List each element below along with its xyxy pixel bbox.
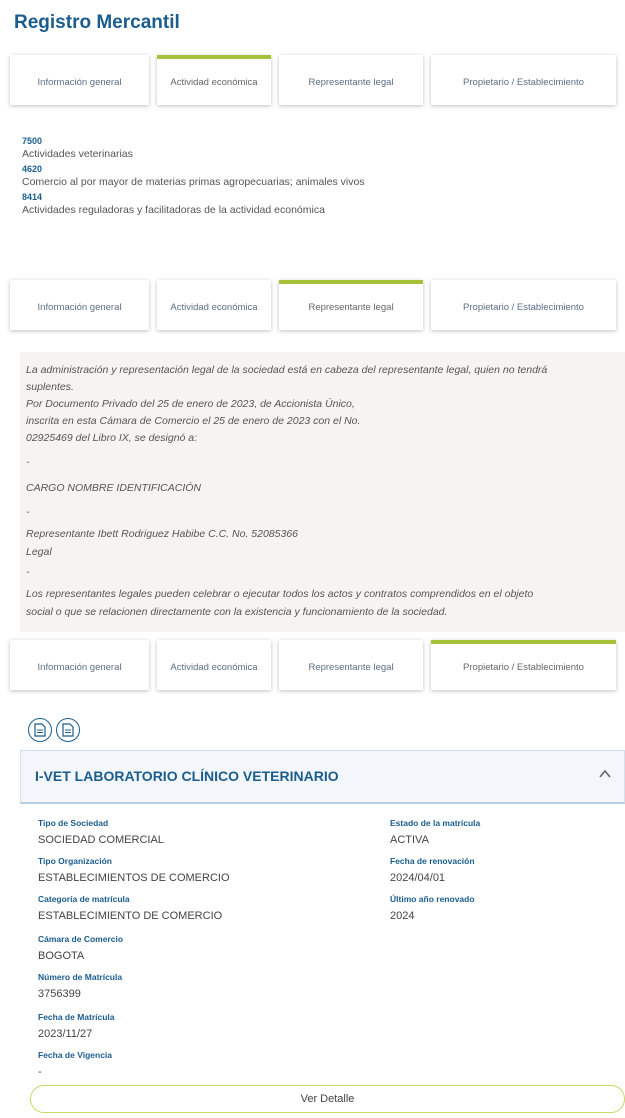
representation-line: 02925469 del Libro IX, se designó a: — [26, 432, 198, 444]
tab-propietario-establecimiento[interactable]: Propietario / Establecimiento — [431, 280, 616, 330]
document-icon[interactable] — [56, 718, 80, 742]
chevron-up-icon[interactable] — [598, 767, 612, 786]
activity-description: Actividades reguladoras y facilitadoras … — [22, 204, 325, 216]
tab-actividad-economica[interactable]: Actividad económica — [157, 640, 271, 690]
field-label: Fecha de Matrícula — [38, 1012, 115, 1022]
activity-code: 4620 — [22, 164, 43, 174]
field-value: 2024 — [390, 910, 415, 922]
representation-line: Legal — [26, 546, 52, 558]
representation-line: - — [26, 506, 30, 518]
representation-line: suplentes. — [26, 381, 74, 393]
field-label: Cámara de Comercio — [38, 934, 124, 944]
activity-description: Comercio al por mayor de materias primas… — [22, 176, 365, 188]
tabbar-legal-rep-section: Información general Actividad económica … — [10, 280, 616, 330]
tab-representante-legal[interactable]: Representante legal — [279, 55, 423, 105]
field-value: 2024/04/01 — [390, 872, 446, 884]
tabbar-activity-section: Información general Actividad económica … — [10, 55, 616, 105]
representation-line: inscrita en esta Cámara de Comercio el 2… — [26, 415, 361, 427]
representation-line: - — [26, 456, 30, 468]
tab-actividad-economica[interactable]: Actividad económica — [157, 55, 271, 105]
tab-propietario-establecimiento[interactable]: Propietario / Establecimiento — [431, 55, 616, 105]
activity-description: Actividades veterinarias — [22, 148, 133, 160]
field-label: Categoría de matrícula — [38, 894, 130, 904]
document-icon[interactable] — [28, 718, 52, 742]
field-value: 2023/11/27 — [38, 1028, 93, 1040]
representation-line: Por Documento Privado del 25 de enero de… — [26, 398, 355, 410]
tab-representante-legal[interactable]: Representante legal — [279, 640, 423, 690]
field-label: Tipo de Sociedad — [38, 818, 109, 828]
field-value: ESTABLECIMIENTOS DE COMERCIO — [38, 872, 230, 884]
field-value: ESTABLECIMIENTO DE COMERCIO — [38, 910, 223, 922]
activity-item: 4620 Comercio al por mayor de materias p… — [22, 164, 612, 190]
activity-code: 7500 — [22, 136, 43, 146]
tab-informacion-general[interactable]: Información general — [10, 280, 149, 330]
tab-representante-legal[interactable]: Representante legal — [279, 280, 423, 330]
activity-item: 8414 Actividades reguladoras y facilitad… — [22, 192, 612, 218]
representation-line: Los representantes legales pueden celebr… — [26, 588, 534, 600]
representation-line: Representante Ibett Rodriguez Habibe C.C… — [26, 528, 299, 540]
activity-item: 7500 Actividades veterinarias — [22, 136, 612, 162]
field-label: Fecha de Vigencia — [38, 1050, 113, 1060]
activity-list: 7500 Actividades veterinarias 4620 Comer… — [22, 134, 612, 219]
representation-line: - — [26, 566, 30, 578]
field-label: Último año renovado — [390, 894, 475, 904]
representation-line: La administración y representación legal… — [26, 364, 548, 376]
ver-detalle-button[interactable]: Ver Detalle — [30, 1085, 625, 1113]
tab-informacion-general[interactable]: Información general — [10, 640, 149, 690]
field-label: Fecha de renovación — [390, 856, 475, 866]
field-value: ACTIVA — [390, 834, 429, 846]
field-label: Número de Matrícula — [38, 972, 123, 982]
activity-code: 8414 — [22, 192, 43, 202]
tab-actividad-economica[interactable]: Actividad económica — [157, 280, 271, 330]
establishment-accordion-header[interactable]: I-VET LABORATORIO CLÍNICO VETERINARIO — [20, 750, 625, 804]
legal-representation-panel: La administración y representación legal… — [20, 352, 625, 632]
field-label: Estado de la matrícula — [390, 818, 481, 828]
representation-line: CARGO NOMBRE IDENTIFICACIÓN — [26, 482, 202, 494]
page-title: Registro Mercantil — [14, 12, 180, 33]
field-label: Tipo Organización — [38, 856, 112, 866]
establishment-card: I-VET LABORATORIO CLÍNICO VETERINARIO Ti… — [20, 710, 625, 1118]
establishment-name: I-VET LABORATORIO CLÍNICO VETERINARIO — [35, 768, 339, 784]
field-value: BOGOTA — [38, 950, 85, 962]
field-value: SOCIEDAD COMERCIAL — [38, 834, 164, 846]
tab-informacion-general[interactable]: Información general — [10, 55, 149, 105]
field-value: - — [38, 1066, 42, 1078]
representation-line: social o que se relacionen directamente … — [26, 606, 448, 618]
tabbar-owner-section: Información general Actividad económica … — [10, 640, 616, 690]
tab-propietario-establecimiento[interactable]: Propietario / Establecimiento — [431, 640, 616, 690]
field-value: 3756399 — [38, 988, 81, 1000]
